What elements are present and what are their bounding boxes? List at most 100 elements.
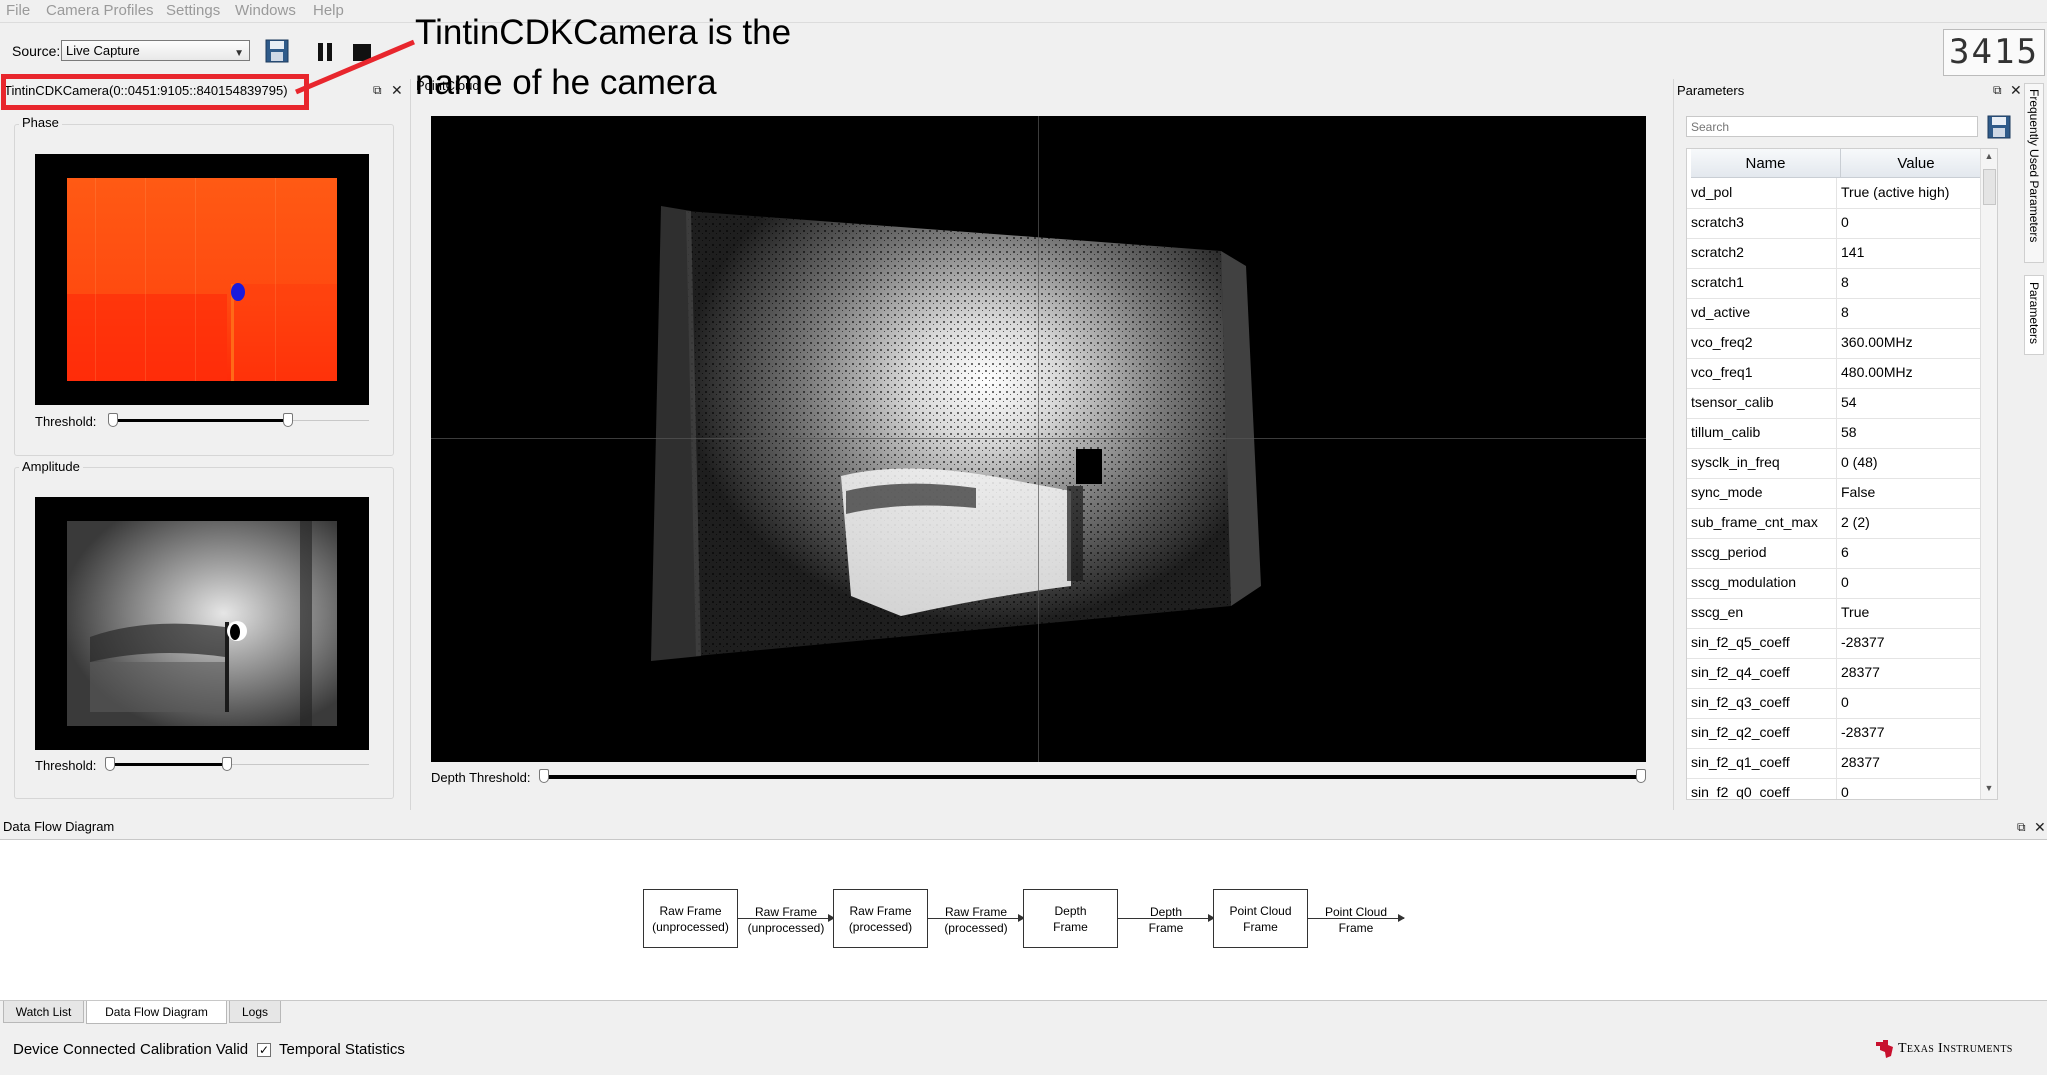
parameter-row[interactable]: sscg_period 6 <box>1687 538 1995 569</box>
parameters-table: Name Value vd_pol True (active high) scrat… <box>1686 148 1998 800</box>
dfd-node-raw-unprocessed[interactable]: Raw Frame (unprocessed) <box>643 889 738 948</box>
parameter-row[interactable]: vco_freq2 360.00MHz <box>1687 328 1995 359</box>
menu-settings[interactable]: Settings <box>166 2 220 19</box>
parameter-value[interactable]: -28377 <box>1841 634 1885 650</box>
parameter-row[interactable]: tillum_calib 58 <box>1687 418 1995 449</box>
parameter-row[interactable]: sin_f2_q2_coeff -28377 <box>1687 718 1995 749</box>
parameter-row[interactable]: sscg_modulation 0 <box>1687 568 1995 599</box>
parameter-row[interactable]: sysclk_in_freq 0 (48) <box>1687 448 1995 479</box>
scroll-down-icon[interactable]: ▼ <box>1981 783 1997 793</box>
parameter-name: sin_f2_q3_coeff <box>1691 694 1790 710</box>
parameter-value[interactable]: -28377 <box>1841 724 1885 740</box>
parameter-row[interactable]: sscg_en True <box>1687 598 1995 629</box>
save-profile-button[interactable] <box>264 38 290 64</box>
parameter-value[interactable]: 0 <box>1841 214 1849 230</box>
phase-threshold-label: Threshold: <box>35 414 97 429</box>
parameter-row[interactable]: sin_f2_q1_coeff 28377 <box>1687 748 1995 779</box>
amplitude-threshold-high-handle[interactable] <box>222 757 232 771</box>
parameter-row[interactable]: sin_f2_q4_coeff 28377 <box>1687 658 1995 689</box>
parameter-value[interactable]: 360.00MHz <box>1841 334 1913 350</box>
tab-parameters[interactable]: Parameters <box>2024 275 2044 355</box>
parameter-value[interactable]: 0 <box>1841 694 1849 710</box>
parameter-value[interactable]: 58 <box>1841 424 1857 440</box>
source-select[interactable]: Live Capture ▼ <box>61 40 250 61</box>
tab-watch-list[interactable]: Watch List <box>3 1001 84 1023</box>
dfd-node-depth-frame[interactable]: Depth Frame <box>1023 889 1118 948</box>
tab-data-flow-diagram[interactable]: Data Flow Diagram <box>86 1001 227 1024</box>
menu-file[interactable]: File <box>6 2 30 19</box>
parameter-value[interactable]: 141 <box>1841 244 1864 260</box>
parameter-row[interactable]: vd_active 8 <box>1687 298 1995 329</box>
column-divider <box>1836 268 1837 298</box>
parameter-row[interactable]: sin_f2_q0_coeff 0 <box>1687 778 1995 799</box>
source-select-value: Live Capture <box>66 43 140 58</box>
phase-threshold-high-handle[interactable] <box>283 413 293 427</box>
dataflow-close-icon[interactable]: ✕ <box>2034 819 2046 836</box>
column-divider <box>1836 508 1837 538</box>
parameter-value[interactable]: 28377 <box>1841 664 1880 680</box>
parameters-scrollbar[interactable]: ▲ ▼ <box>1980 149 1997 799</box>
parameter-value[interactable]: 480.00MHz <box>1841 364 1913 380</box>
parameter-row[interactable]: scratch3 0 <box>1687 208 1995 239</box>
parameter-row[interactable]: sub_frame_cnt_max 2 (2) <box>1687 508 1995 539</box>
temporal-statistics-checkbox[interactable]: ✓ <box>257 1043 271 1057</box>
menu-camera-profiles[interactable]: Camera Profiles <box>46 2 154 19</box>
column-header-name[interactable]: Name <box>1691 149 1841 178</box>
column-divider <box>1836 568 1837 598</box>
parameter-name: sscg_period <box>1691 544 1767 560</box>
parameter-value[interactable]: 54 <box>1841 394 1857 410</box>
parameter-value[interactable]: 2 (2) <box>1841 514 1870 530</box>
parameter-row[interactable]: scratch1 8 <box>1687 268 1995 299</box>
dfd-node-raw-processed[interactable]: Raw Frame (processed) <box>833 889 928 948</box>
parameter-value[interactable]: 0 <box>1841 574 1849 590</box>
parameter-name: sscg_en <box>1691 604 1744 620</box>
amplitude-threshold-low-handle[interactable] <box>105 757 115 771</box>
phase-threshold-low-handle[interactable] <box>108 413 118 427</box>
column-divider <box>1836 598 1837 628</box>
parameter-value[interactable]: False <box>1841 484 1875 500</box>
parameter-name: vd_pol <box>1691 184 1733 200</box>
parameter-value[interactable]: True <box>1841 604 1869 620</box>
parameters-float-icon[interactable]: ⧉ <box>1993 83 2002 98</box>
parameter-value[interactable]: 0 <box>1841 784 1849 799</box>
side-tab-1-label: Frequently Used Parameters <box>2027 89 2041 243</box>
dataflow-title: Data Flow Diagram <box>3 819 115 834</box>
dataflow-float-icon[interactable]: ⧉ <box>2017 820 2026 835</box>
arrow-label-line-2: (unprocessed) <box>747 921 825 935</box>
column-divider <box>1836 718 1837 748</box>
dfd-arrow-label-1: Raw Frame (unprocessed) <box>738 904 834 936</box>
parameter-value[interactable]: 6 <box>1841 544 1849 560</box>
save-parameters-button[interactable] <box>1986 114 2012 140</box>
scrollbar-thumb[interactable] <box>1983 169 1996 205</box>
parameter-value[interactable]: 8 <box>1841 274 1849 290</box>
parameter-row[interactable]: vd_pol True (active high) <box>1687 178 1995 209</box>
dfd-node-pointcloud-frame[interactable]: Point Cloud Frame <box>1213 889 1308 948</box>
parameter-row[interactable]: vco_freq1 480.00MHz <box>1687 358 1995 389</box>
parameter-value[interactable]: 8 <box>1841 304 1849 320</box>
parameter-row[interactable]: tsensor_calib 54 <box>1687 388 1995 419</box>
frame-counter: 3415 <box>1943 29 2045 76</box>
parameter-row[interactable]: scratch2 141 <box>1687 238 1995 269</box>
source-label: Source: <box>12 43 61 59</box>
annotation-line-2: name of he camera <box>415 63 717 102</box>
parameter-row[interactable]: sin_f2_q5_coeff -28377 <box>1687 628 1995 659</box>
node-line-1: Raw Frame <box>659 903 722 918</box>
parameter-value[interactable]: 0 (48) <box>1841 454 1878 470</box>
arrow-label-line-2: (processed) <box>944 921 1008 935</box>
parameters-close-icon[interactable]: ✕ <box>2010 82 2022 99</box>
parameter-row[interactable]: sync_mode False <box>1687 478 1995 509</box>
tab-logs[interactable]: Logs <box>229 1001 281 1023</box>
menu-windows[interactable]: Windows <box>235 2 296 19</box>
menu-help[interactable]: Help <box>313 2 344 19</box>
parameters-title: Parameters <box>1677 83 1745 98</box>
scroll-up-icon[interactable]: ▲ <box>1981 151 1997 161</box>
column-header-value[interactable]: Value <box>1841 149 1992 178</box>
depth-threshold-low-handle[interactable] <box>539 769 549 783</box>
depth-threshold-high-handle[interactable] <box>1636 769 1646 783</box>
tab-frequently-used-parameters[interactable]: Frequently Used Parameters <box>2024 83 2044 263</box>
parameter-value[interactable]: True (active high) <box>1841 184 1949 200</box>
parameter-value[interactable]: 28377 <box>1841 754 1880 770</box>
parameter-search-input[interactable] <box>1686 116 1978 137</box>
pointcloud-view[interactable] <box>431 116 1646 762</box>
parameter-row[interactable]: sin_f2_q3_coeff 0 <box>1687 688 1995 719</box>
